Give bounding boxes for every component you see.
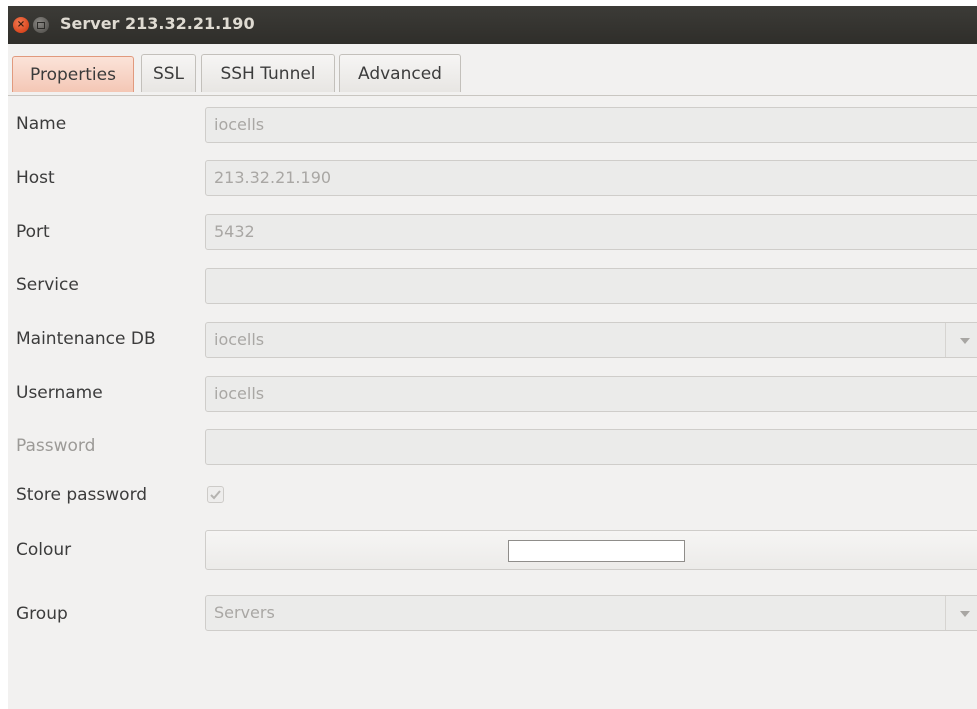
username-field[interactable]: iocells [205, 376, 977, 412]
service-field[interactable] [205, 268, 977, 304]
chevron-down-icon[interactable] [945, 596, 976, 630]
maintenance-db-label: Maintenance DB [16, 329, 156, 349]
password-field[interactable] [205, 429, 977, 465]
username-label: Username [16, 383, 103, 403]
password-label: Password [16, 436, 96, 456]
chevron-down-icon[interactable] [945, 323, 976, 357]
store-password-checkbox[interactable] [207, 486, 224, 503]
host-field[interactable]: 213.32.21.190 [205, 160, 977, 196]
name-field[interactable]: iocells [205, 107, 977, 143]
colour-label: Colour [16, 540, 72, 560]
colour-swatch [508, 540, 685, 562]
group-value: Servers [214, 603, 275, 622]
group-label: Group [16, 604, 68, 624]
port-field[interactable]: 5432 [205, 214, 977, 250]
checkmark-icon [210, 490, 221, 500]
window-title: Server 213.32.21.190 [60, 14, 255, 33]
store-password-label: Store password [16, 485, 148, 505]
maintenance-db-value: iocells [214, 330, 265, 349]
host-label: Host [16, 168, 55, 188]
service-label: Service [16, 275, 79, 295]
maintenance-db-combo[interactable]: iocells [205, 322, 977, 358]
close-icon[interactable]: × [13, 17, 29, 33]
tab-divider [8, 95, 977, 96]
tab-advanced[interactable]: Advanced [339, 54, 461, 92]
title-bar: × Server 213.32.21.190 [8, 6, 977, 44]
colour-picker-button[interactable] [205, 530, 977, 570]
port-label: Port [16, 222, 50, 242]
tab-ssh-tunnel[interactable]: SSH Tunnel [201, 54, 335, 92]
group-combo[interactable]: Servers [205, 595, 977, 631]
tab-ssl[interactable]: SSL [141, 54, 196, 92]
name-label: Name [16, 114, 67, 134]
maximize-icon[interactable] [33, 17, 49, 33]
tab-properties[interactable]: Properties [12, 56, 134, 92]
server-dialog-window: × Server 213.32.21.190 Properties SSL SS… [8, 6, 977, 709]
